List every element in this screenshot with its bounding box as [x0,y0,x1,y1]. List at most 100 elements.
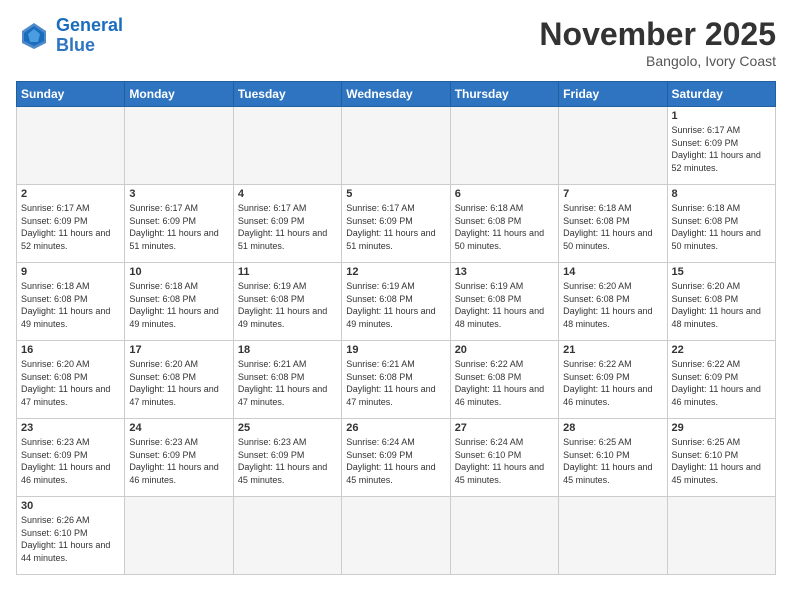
empty-cell [125,107,233,185]
day-number: 9 [21,266,120,278]
day-number: 23 [21,422,120,434]
day-info: Sunrise: 6:20 AMSunset: 6:08 PMDaylight:… [21,358,120,408]
day-cell-12: 12 Sunrise: 6:19 AMSunset: 6:08 PMDayligh… [342,263,450,341]
day-number: 18 [238,344,337,356]
header-monday: Monday [125,82,233,107]
day-number: 10 [129,266,228,278]
day-info: Sunrise: 6:17 AMSunset: 6:09 PMDaylight:… [129,202,228,252]
empty-cell [559,497,667,575]
day-number: 13 [455,266,554,278]
header-sunday: Sunday [17,82,125,107]
calendar-row: 30Sunrise: 6:26 AMSunset: 6:10 PMDayligh… [17,497,776,575]
day-cell-15: 15Sunrise: 6:20 AMSunset: 6:08 PMDayligh… [667,263,775,341]
day-number: 14 [563,266,662,278]
day-cell-18: 18 Sunrise: 6:21 AMSunset: 6:08 PMDayligh… [233,341,341,419]
empty-cell [342,107,450,185]
title-block: November 2025 Bangolo, Ivory Coast [539,16,776,69]
calendar-row: 9 Sunrise: 6:18 AMSunset: 6:08 PMDaylight… [17,263,776,341]
day-number: 4 [238,188,337,200]
day-number: 24 [129,422,228,434]
day-info: Sunrise: 6:18 AMSunset: 6:08 PMDaylight:… [21,280,120,330]
day-number: 2 [21,188,120,200]
day-info: Sunrise: 6:23 AMSunset: 6:09 PMDaylight:… [238,436,337,486]
location: Bangolo, Ivory Coast [539,53,776,69]
logo-blue-text: Blue [56,35,95,55]
day-cell-1: 1 Sunrise: 6:17 AMSunset: 6:09 PMDaylight… [667,107,775,185]
empty-cell [17,107,125,185]
day-info: Sunrise: 6:17 AMSunset: 6:09 PMDaylight:… [21,202,120,252]
day-info: Sunrise: 6:20 AMSunset: 6:08 PMDaylight:… [672,280,771,330]
day-info: Sunrise: 6:19 AMSunset: 6:08 PMDaylight:… [346,280,445,330]
header-saturday: Saturday [667,82,775,107]
day-number: 7 [563,188,662,200]
empty-cell [667,497,775,575]
day-cell-22: 22 Sunrise: 6:22 AMSunset: 6:09 PMDayligh… [667,341,775,419]
day-info: Sunrise: 6:24 AMSunset: 6:09 PMDaylight:… [346,436,445,486]
day-cell-14: 14 Sunrise: 6:20 AMSunset: 6:08 PMDayligh… [559,263,667,341]
day-info: Sunrise: 6:18 AMSunset: 6:08 PMDaylight:… [563,202,662,252]
empty-cell [233,497,341,575]
weekday-header-row: Sunday Monday Tuesday Wednesday Thursday… [17,82,776,107]
day-cell-24: 24 Sunrise: 6:23 AMSunset: 6:09 PMDayligh… [125,419,233,497]
day-number: 6 [455,188,554,200]
day-cell-7: 7 Sunrise: 6:18 AMSunset: 6:08 PMDaylight… [559,185,667,263]
day-cell-19: 19Sunrise: 6:21 AMSunset: 6:08 PMDayligh… [342,341,450,419]
header-wednesday: Wednesday [342,82,450,107]
day-info: Sunrise: 6:20 AMSunset: 6:08 PMDaylight:… [129,358,228,408]
day-info: Sunrise: 6:22 AMSunset: 6:09 PMDaylight:… [563,358,662,408]
day-number: 22 [672,344,771,356]
day-info: Sunrise: 6:25 AMSunset: 6:10 PMDaylight:… [672,436,771,486]
day-cell-2: 2 Sunrise: 6:17 AMSunset: 6:09 PMDaylight… [17,185,125,263]
day-number: 5 [346,188,445,200]
day-number: 17 [129,344,228,356]
day-number: 1 [672,110,771,122]
day-info: Sunrise: 6:23 AMSunset: 6:09 PMDaylight:… [21,436,120,486]
day-cell-8: 8 Sunrise: 6:18 AMSunset: 6:08 PMDaylight… [667,185,775,263]
empty-cell [125,497,233,575]
calendar-table: Sunday Monday Tuesday Wednesday Thursday… [16,81,776,575]
day-cell-6: 6Sunrise: 6:18 AMSunset: 6:08 PMDaylight… [450,185,558,263]
logo-general-text: General [56,15,123,35]
day-number: 25 [238,422,337,434]
day-number: 12 [346,266,445,278]
day-cell-13: 13Sunrise: 6:19 AMSunset: 6:08 PMDayligh… [450,263,558,341]
day-cell-17: 17 Sunrise: 6:20 AMSunset: 6:08 PMDayligh… [125,341,233,419]
empty-cell [450,107,558,185]
header-tuesday: Tuesday [233,82,341,107]
day-cell-26: 26Sunrise: 6:24 AMSunset: 6:09 PMDayligh… [342,419,450,497]
day-cell-27: 27 Sunrise: 6:24 AMSunset: 6:10 PMDayligh… [450,419,558,497]
day-number: 29 [672,422,771,434]
logo: General Blue [16,16,123,56]
day-info: Sunrise: 6:23 AMSunset: 6:09 PMDaylight:… [129,436,228,486]
day-number: 16 [21,344,120,356]
day-number: 8 [672,188,771,200]
calendar-row: 16 Sunrise: 6:20 AMSunset: 6:08 PMDayligh… [17,341,776,419]
day-info: Sunrise: 6:24 AMSunset: 6:10 PMDaylight:… [455,436,554,486]
day-info: Sunrise: 6:17 AMSunset: 6:09 PMDaylight:… [238,202,337,252]
calendar-row: 2 Sunrise: 6:17 AMSunset: 6:09 PMDaylight… [17,185,776,263]
day-cell-3: 3Sunrise: 6:17 AMSunset: 6:09 PMDaylight… [125,185,233,263]
month-title: November 2025 [539,16,776,53]
empty-cell [233,107,341,185]
day-number: 20 [455,344,554,356]
day-info: Sunrise: 6:21 AMSunset: 6:08 PMDaylight:… [238,358,337,408]
day-info: Sunrise: 6:20 AMSunset: 6:08 PMDaylight:… [563,280,662,330]
day-info: Sunrise: 6:25 AMSunset: 6:10 PMDaylight:… [563,436,662,486]
day-info: Sunrise: 6:19 AMSunset: 6:08 PMDaylight:… [238,280,337,330]
day-info: Sunrise: 6:21 AMSunset: 6:08 PMDaylight:… [346,358,445,408]
day-cell-9: 9 Sunrise: 6:18 AMSunset: 6:08 PMDaylight… [17,263,125,341]
day-cell-5: 5Sunrise: 6:17 AMSunset: 6:09 PMDaylight… [342,185,450,263]
empty-cell [559,107,667,185]
day-info: Sunrise: 6:22 AMSunset: 6:09 PMDaylight:… [672,358,771,408]
day-cell-4: 4 Sunrise: 6:17 AMSunset: 6:09 PMDaylight… [233,185,341,263]
day-cell-21: 21Sunrise: 6:22 AMSunset: 6:09 PMDayligh… [559,341,667,419]
day-cell-30: 30Sunrise: 6:26 AMSunset: 6:10 PMDayligh… [17,497,125,575]
day-cell-20: 20Sunrise: 6:22 AMSunset: 6:08 PMDayligh… [450,341,558,419]
day-number: 11 [238,266,337,278]
day-info: Sunrise: 6:17 AMSunset: 6:09 PMDaylight:… [672,124,771,174]
day-info: Sunrise: 6:26 AMSunset: 6:10 PMDaylight:… [21,514,120,564]
empty-cell [450,497,558,575]
day-info: Sunrise: 6:18 AMSunset: 6:08 PMDaylight:… [672,202,771,252]
day-cell-25: 25 Sunrise: 6:23 AMSunset: 6:09 PMDayligh… [233,419,341,497]
day-number: 27 [455,422,554,434]
